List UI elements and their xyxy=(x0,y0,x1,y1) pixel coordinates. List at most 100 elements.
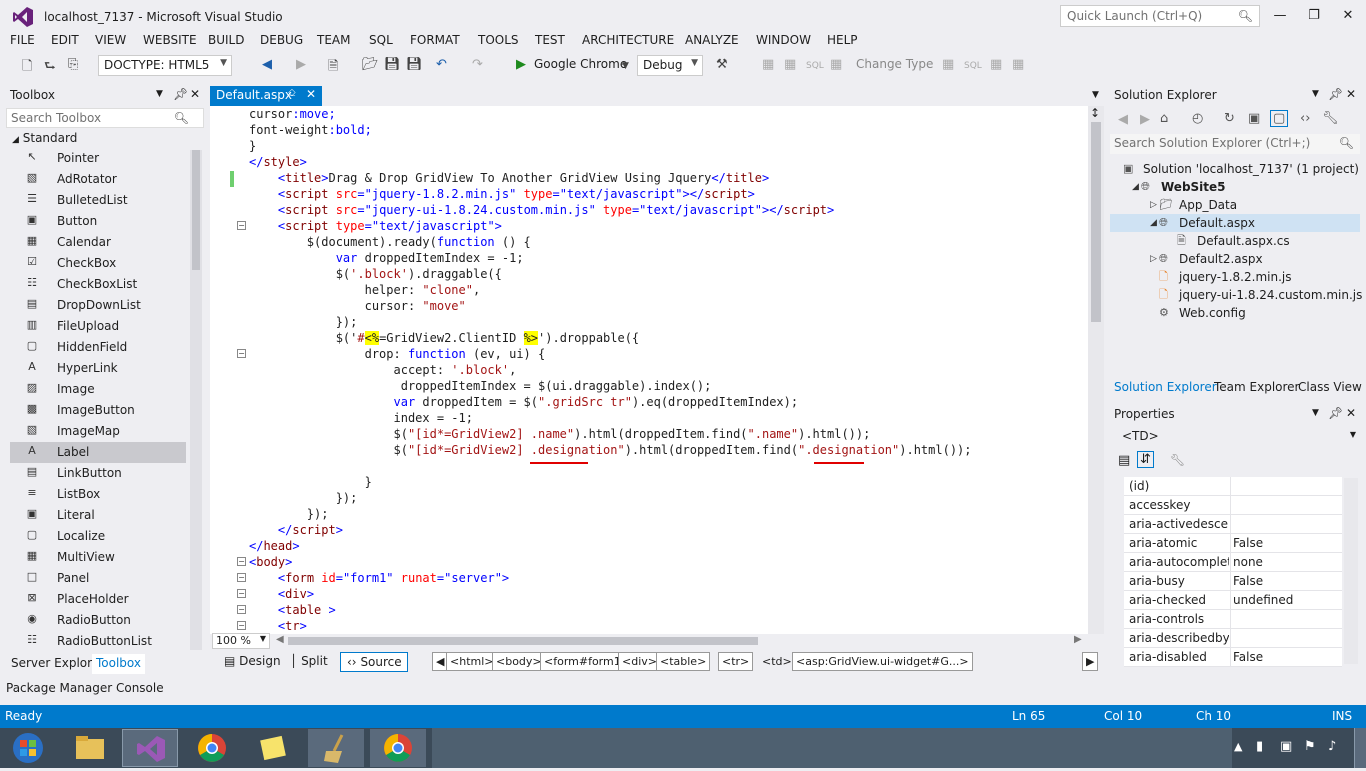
design-view-button[interactable]: ▤ Design xyxy=(218,652,287,672)
grid-icon[interactable]: ▦ xyxy=(990,57,1002,72)
toolbox-item-image[interactable]: ▨ Image xyxy=(10,379,186,400)
zoom-select[interactable]: 100 % ▼ xyxy=(212,633,270,649)
open-icon[interactable]: ⎘ xyxy=(68,57,78,72)
property-row[interactable]: aria-checked undefined xyxy=(1124,591,1342,610)
property-row[interactable]: aria-activedescend xyxy=(1124,515,1342,534)
property-row[interactable]: aria-disabled False xyxy=(1124,648,1342,667)
editor-horizontal-thumb[interactable] xyxy=(288,637,758,645)
property-value[interactable] xyxy=(1230,515,1342,533)
cleaner-task[interactable] xyxy=(308,729,364,767)
toolbox-item-listbox[interactable]: ≡ ListBox xyxy=(10,484,186,505)
close-icon[interactable]: ✕ xyxy=(1346,406,1356,420)
toolbox-item-bulletedlist[interactable]: ☰ BulletedList xyxy=(10,190,186,211)
toolbox-item-pointer[interactable]: ↖ Pointer xyxy=(10,148,186,169)
toolbox-item-hiddenfield[interactable]: ▢ HiddenField xyxy=(10,337,186,358)
toolbox-scroll-thumb[interactable] xyxy=(192,150,200,270)
split-handle-icon[interactable]: ↕ xyxy=(1090,106,1100,120)
change-type-button[interactable]: Change Type xyxy=(856,57,933,71)
grid-icon[interactable]: ▦ xyxy=(784,57,796,72)
sql-icon[interactable]: SQL xyxy=(806,61,824,71)
solution-item[interactable]: ◢ 🌐︎ WebSite5 xyxy=(1110,178,1360,196)
split-view-button[interactable]: │ Split xyxy=(284,652,334,672)
volume-icon[interactable]: ♪ xyxy=(1328,739,1336,754)
property-pages-icon[interactable]: 🔧︎ xyxy=(1170,453,1185,467)
table-icon[interactable]: ▦ xyxy=(830,57,842,72)
sql-icon[interactable]: SQL xyxy=(964,61,982,71)
show-hidden-icons-icon[interactable]: ▲ xyxy=(1234,740,1242,753)
browser-select[interactable]: Google Chrome xyxy=(534,57,627,71)
editor-vertical-thumb[interactable] xyxy=(1091,122,1101,322)
save-all-icon[interactable]: 💾︎ xyxy=(406,57,423,72)
configuration-select[interactable]: Debug ▼ xyxy=(637,55,703,76)
expand-toggle-icon[interactable]: ◢ xyxy=(1132,178,1139,196)
pin-icon[interactable]: 📌︎ xyxy=(1328,406,1343,420)
property-row[interactable]: accesskey xyxy=(1124,496,1342,515)
menu-website[interactable]: WEBSITE xyxy=(143,33,197,47)
solution-item[interactable]: 🗋︎ jquery-1.8.2.min.js xyxy=(1110,268,1360,286)
pin-icon[interactable]: ⎐ xyxy=(288,88,296,99)
pin-icon[interactable]: 📌︎ xyxy=(173,87,188,101)
property-value[interactable]: False xyxy=(1230,572,1342,590)
property-row[interactable]: aria-describedby xyxy=(1124,629,1342,648)
network-icon[interactable]: ▣ xyxy=(1280,739,1292,754)
quick-launch-input[interactable]: Quick Launch (Ctrl+Q) 🔍︎ xyxy=(1060,5,1260,27)
sticky-notes-task[interactable] xyxy=(246,729,302,767)
menu-edit[interactable]: EDIT xyxy=(51,33,79,47)
back-icon[interactable]: ◀ xyxy=(1118,112,1128,127)
new-project-icon[interactable]: 🗋︎ xyxy=(22,57,32,79)
solution-item[interactable]: 🗎︎ Default.aspx.cs xyxy=(1110,232,1360,250)
maximize-button[interactable]: ❐ xyxy=(1306,8,1322,23)
toolbox-item-label[interactable]: A Label xyxy=(10,442,186,463)
fold-toggle-icon[interactable]: − xyxy=(237,557,246,566)
close-window-button[interactable]: ✕ xyxy=(1340,8,1356,23)
chevron-down-icon[interactable]: ▼ xyxy=(1312,89,1319,99)
fold-toggle-icon[interactable]: − xyxy=(237,573,246,582)
chrome-task-2[interactable] xyxy=(370,729,426,767)
scroll-right-icon[interactable]: ▶ xyxy=(1074,634,1082,645)
toolbox-search-input[interactable]: Search Toolbox 🔍︎ xyxy=(6,108,204,128)
show-desktop-button[interactable] xyxy=(1354,728,1366,768)
property-row[interactable]: (id) xyxy=(1124,477,1342,496)
table-icon[interactable]: ▦ xyxy=(1012,57,1024,72)
property-value[interactable] xyxy=(1230,496,1342,514)
chevron-down-icon[interactable]: ▼ xyxy=(1092,90,1099,100)
toolbox-item-dropdownlist[interactable]: ▤ DropDownList xyxy=(10,295,186,316)
solution-item[interactable]: ⚙ Web.config xyxy=(1110,304,1360,322)
table-icon[interactable]: ▦ xyxy=(942,57,954,72)
battery-icon[interactable]: ▮ xyxy=(1256,739,1263,754)
menu-architecture[interactable]: ARCHITECTURE xyxy=(582,33,674,47)
property-value[interactable] xyxy=(1230,477,1342,495)
expand-toggle-icon[interactable]: ▷ xyxy=(1150,196,1157,214)
crumb-next-button[interactable]: ▶ xyxy=(1082,652,1099,671)
browser-link-icon[interactable]: ⚒ xyxy=(716,57,728,72)
tab-package-manager-console[interactable]: Package Manager Console xyxy=(6,681,164,695)
tab-team-explorer[interactable]: Team Explorer xyxy=(1214,380,1300,394)
toolbox-item-calendar[interactable]: ▦ Calendar xyxy=(10,232,186,253)
tab-default-aspx[interactable]: Default.aspx ⎐ ✕ xyxy=(210,86,322,106)
property-value[interactable]: False xyxy=(1230,648,1342,666)
toolbox-item-literal[interactable]: ▣ Literal xyxy=(10,505,186,526)
tag-crumb[interactable]: <html> xyxy=(446,652,498,671)
menu-view[interactable]: VIEW xyxy=(95,33,126,47)
pending-changes-icon[interactable]: ◴ xyxy=(1192,111,1203,126)
property-value[interactable] xyxy=(1230,629,1342,647)
forward-icon[interactable]: ▶ xyxy=(1140,112,1150,127)
home-icon[interactable]: ⌂ xyxy=(1160,111,1168,126)
flag-icon[interactable]: ⚑ xyxy=(1304,739,1316,754)
alphabetical-icon[interactable]: ⇵ xyxy=(1137,451,1154,468)
fold-toggle-icon[interactable]: − xyxy=(237,605,246,614)
property-row[interactable]: aria-atomic False xyxy=(1124,534,1342,553)
navigate-forward-icon[interactable]: ▶ xyxy=(296,57,306,72)
property-value[interactable]: undefined xyxy=(1230,591,1342,609)
toolbox-item-adrotator[interactable]: ▧ AdRotator xyxy=(10,169,186,190)
toolbox-item-imagebutton[interactable]: ▩ ImageButton xyxy=(10,400,186,421)
fold-toggle-icon[interactable]: − xyxy=(237,221,246,230)
tag-crumb[interactable]: <tr> xyxy=(718,652,754,671)
pin-icon[interactable]: 📌︎ xyxy=(1328,87,1343,101)
tab-toolbox[interactable]: Toolbox xyxy=(92,654,145,674)
menu-sql[interactable]: SQL xyxy=(369,33,393,47)
menu-analyze[interactable]: ANALYZE xyxy=(685,33,739,47)
chrome-task[interactable] xyxy=(184,729,240,767)
menu-file[interactable]: FILE xyxy=(10,33,35,47)
visual-studio-task[interactable] xyxy=(122,729,178,767)
